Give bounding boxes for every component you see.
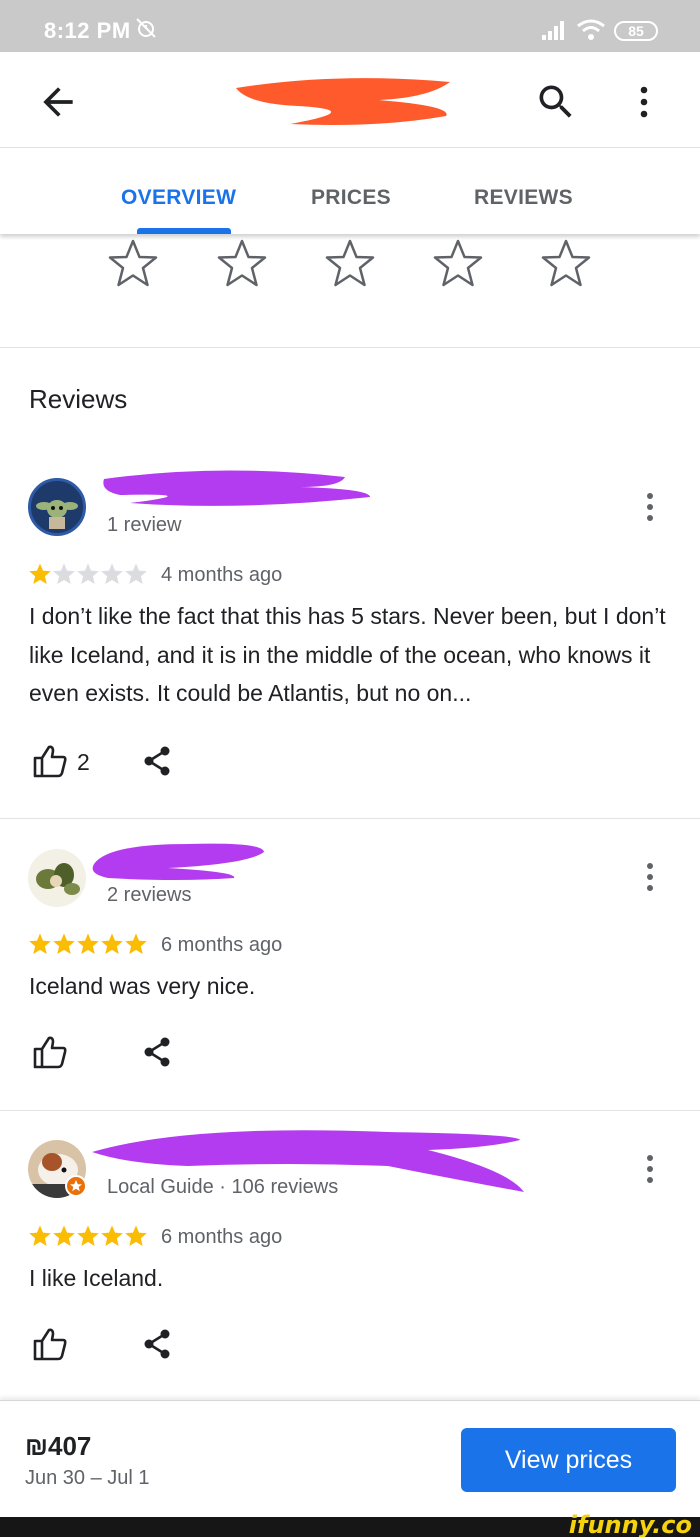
ifunny-watermark: ifunny.co [568, 1511, 692, 1537]
reviewer-meta: 1 review [107, 514, 182, 536]
back-arrow-icon[interactable] [36, 80, 80, 124]
review-date: 6 months ago [161, 1226, 283, 1248]
star-empty-icon [101, 563, 123, 584]
wifi-icon [577, 19, 605, 40]
star-filled-icon [101, 933, 123, 954]
date-range[interactable]: Jun 30 – Jul 1 [25, 1467, 150, 1490]
avatar-image [36, 500, 78, 529]
reviewer-meta: Local Guide · 106 reviews [107, 1176, 339, 1198]
thumbs-up-icon[interactable] [32, 743, 68, 779]
signal-icon [542, 21, 564, 40]
tab-bar: OVERVIEW PRICES REVIEWS [0, 148, 700, 234]
price: ₪407 [25, 1431, 92, 1461]
thumbs-up-icon[interactable] [32, 1034, 68, 1070]
more-vert-icon[interactable] [624, 80, 664, 124]
rate-this-place [0, 234, 700, 348]
star-empty-icon [125, 563, 147, 584]
star-empty-icon [77, 563, 99, 584]
review-date: 6 months ago [161, 934, 283, 956]
reviewer-meta: 2 reviews [107, 884, 192, 906]
rate-star-3-icon[interactable] [324, 238, 376, 290]
review-date: 4 months ago [161, 564, 283, 586]
tab-overview[interactable]: OVERVIEW [121, 186, 236, 210]
share-icon[interactable] [142, 1328, 172, 1360]
review-more-icon[interactable] [640, 1150, 660, 1190]
rate-star-5-icon[interactable] [540, 238, 592, 290]
star-filled-icon [77, 1225, 99, 1246]
star-filled-icon [77, 933, 99, 954]
view-prices-button[interactable]: View prices [461, 1428, 676, 1492]
star-filled-icon [125, 1225, 147, 1246]
rate-star-1-icon[interactable] [107, 238, 159, 290]
like-count: 2 [77, 749, 90, 775]
title-redaction [236, 78, 450, 125]
star-filled-icon [101, 1225, 123, 1246]
divider [0, 818, 700, 819]
review-text: I like Iceland. [29, 1265, 164, 1291]
price-footer: ₪407 Jun 30 – Jul 1 View prices [0, 1400, 700, 1517]
reviewer-name-redaction [92, 843, 264, 880]
star-filled-icon [29, 563, 51, 584]
divider [0, 1110, 700, 1111]
reviews-heading: Reviews [29, 384, 128, 414]
reviewer-avatar[interactable] [28, 849, 86, 907]
review-text: Iceland was very nice. [29, 973, 256, 999]
search-icon[interactable] [534, 80, 578, 124]
watermark-bar: ifunny.co [0, 1511, 700, 1537]
tab-prices[interactable]: PRICES [311, 186, 391, 210]
star-filled-icon [53, 1225, 75, 1246]
app-bar [0, 52, 700, 148]
tab-reviews[interactable]: REVIEWS [474, 186, 573, 210]
review-stars [28, 1223, 148, 1249]
share-icon[interactable] [142, 1036, 172, 1068]
avatar-image [36, 863, 80, 895]
alarm-off-icon [136, 18, 156, 38]
thumbs-up-icon[interactable] [32, 1326, 68, 1362]
local-guide-badge-icon [65, 1175, 87, 1197]
review-stars [28, 561, 148, 587]
star-filled-icon [125, 933, 147, 954]
rate-star-4-icon[interactable] [432, 238, 484, 290]
star-filled-icon [29, 1225, 51, 1246]
review-stars [28, 931, 148, 957]
review-more-icon[interactable] [640, 488, 660, 528]
reviewer-avatar[interactable] [28, 478, 86, 536]
share-icon[interactable] [142, 745, 172, 777]
review-more-icon[interactable] [640, 858, 660, 898]
battery-indicator: 85 [614, 21, 658, 41]
reviewer-name-redaction [103, 470, 370, 506]
rate-star-2-icon[interactable] [216, 238, 268, 290]
star-empty-icon [53, 563, 75, 584]
active-tab-indicator [137, 228, 231, 234]
status-bar: 8:12 PM 85 [0, 0, 700, 52]
status-time: 8:12 PM [44, 18, 131, 43]
star-filled-icon [53, 933, 75, 954]
review-text: I don’t like the fact that this has 5 st… [29, 603, 666, 706]
star-filled-icon [29, 933, 51, 954]
